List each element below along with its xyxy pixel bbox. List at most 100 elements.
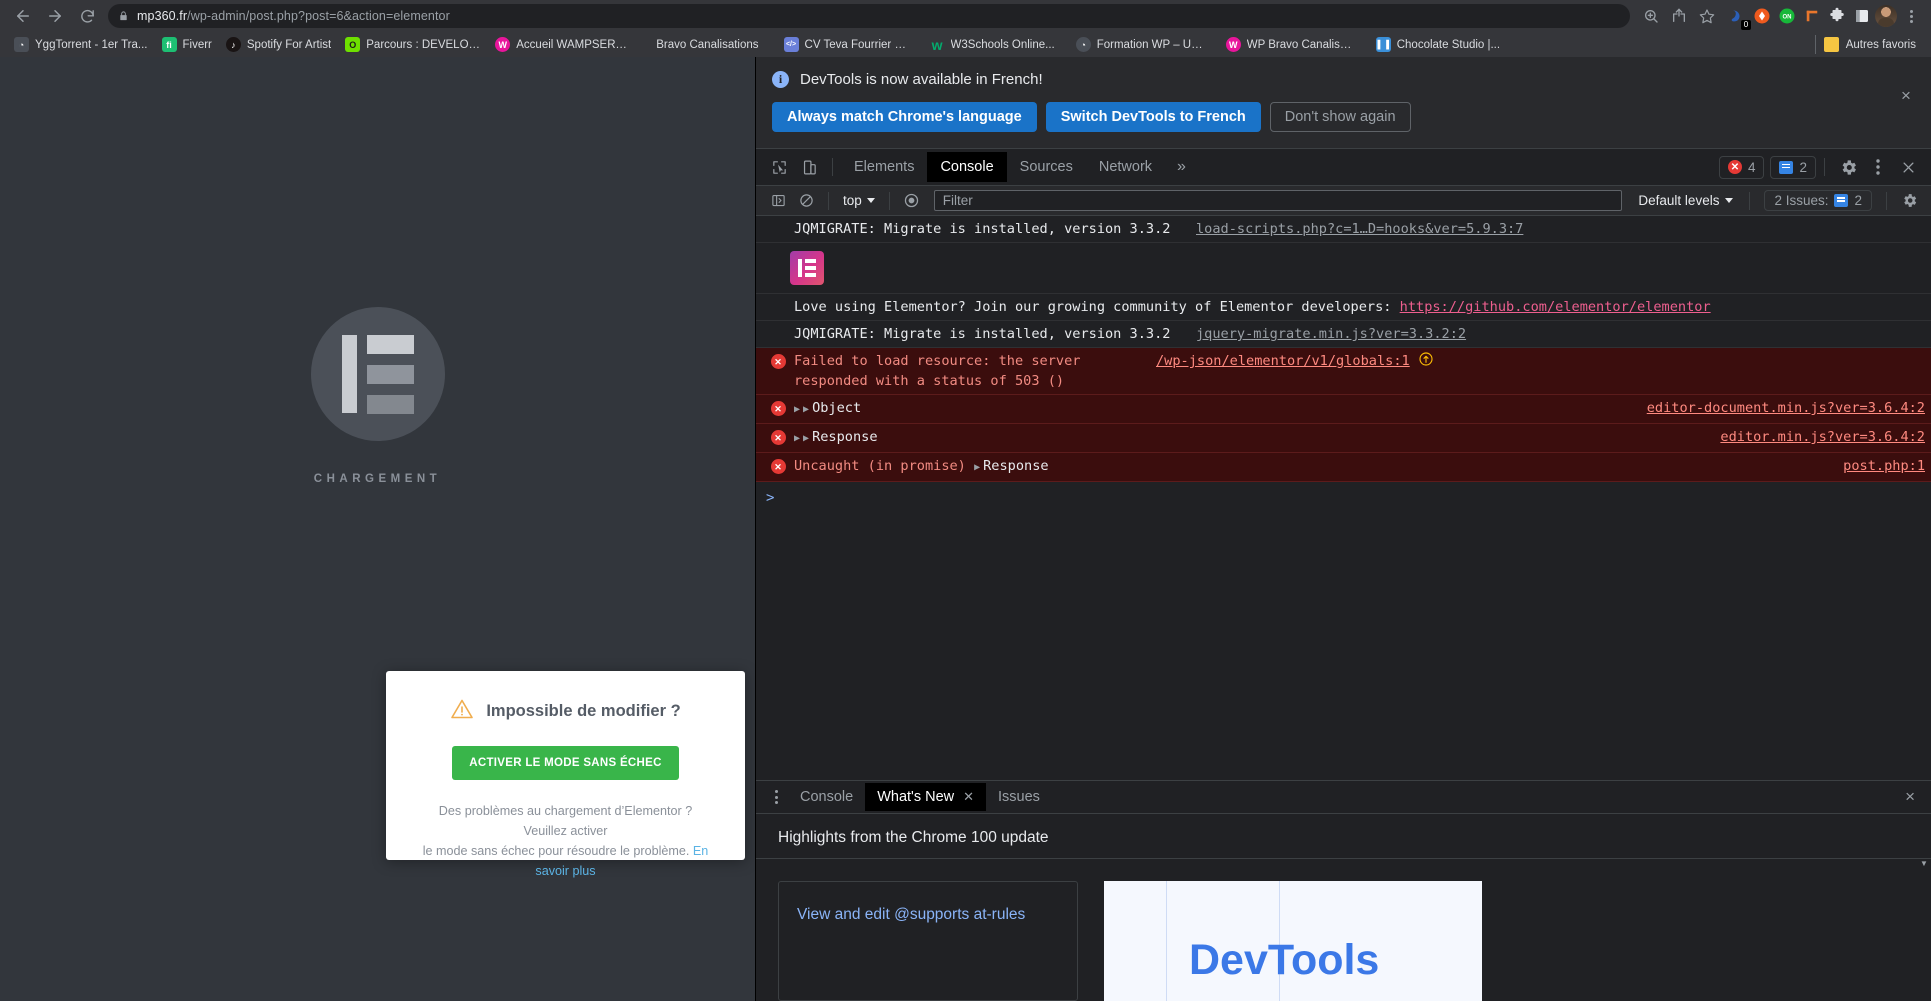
message-count-chip[interactable]: 2 xyxy=(1770,155,1816,179)
console-message-source[interactable]: load-scripts.php?c=1…D=hooks&ver=5.9.3:7 xyxy=(1180,219,1523,239)
console-message-source[interactable]: jquery-migrate.min.js?ver=3.3.2:2 xyxy=(1180,324,1466,344)
console-message-source[interactable]: editor.min.js?ver=3.6.4:2 xyxy=(1704,427,1925,447)
zoom-icon[interactable] xyxy=(1638,3,1664,29)
info-icon: i xyxy=(772,71,789,88)
inspect-element-icon[interactable] xyxy=(764,154,794,180)
console-message-error[interactable]: ✕ ▶ ▶ Response editor.min.js?ver=3.6.4:2 xyxy=(756,424,1931,453)
drawer-tab-close-icon[interactable]: ✕ xyxy=(963,789,974,805)
clear-console-icon[interactable] xyxy=(792,190,820,212)
mendeley-extension-icon[interactable]: 0 xyxy=(1726,5,1751,30)
bookmark-item[interactable]: ◔ Formation WP – Un... xyxy=(1062,35,1212,54)
bookmark-item[interactable]: ♪ Spotify For Artist xyxy=(219,35,338,54)
bookmark-item[interactable]: Bravo Canalisations xyxy=(638,37,765,53)
console-message-source[interactable]: post.php:1 xyxy=(1827,456,1925,476)
bookmark-item[interactable]: </> CV Teva Fourrier 20... xyxy=(766,35,916,54)
share-icon[interactable] xyxy=(1666,3,1692,29)
console-message-source[interactable]: /wp-json/elementor/v1/globals:1 xyxy=(1140,351,1410,371)
drawer-scrollbar[interactable]: ▼ xyxy=(1919,859,1929,1001)
console-message-error[interactable]: ✕ ▶ ▶ Object editor-document.min.js?ver=3.… xyxy=(756,395,1931,424)
chrome-menu-icon[interactable] xyxy=(1899,4,1923,28)
devtools-close-icon[interactable] xyxy=(1893,154,1923,180)
console-settings-gear-icon[interactable] xyxy=(1895,190,1923,212)
error-object-name[interactable]: Response xyxy=(812,429,877,445)
settings-gear-icon[interactable] xyxy=(1833,154,1863,180)
more-tabs-icon[interactable]: » xyxy=(1165,158,1198,176)
drawer-menu-icon[interactable] xyxy=(764,790,788,804)
device-toolbar-icon[interactable] xyxy=(794,154,824,180)
error-object-name[interactable]: Response xyxy=(983,458,1048,474)
console-sidebar-toggle-icon[interactable] xyxy=(764,190,792,212)
address-bar[interactable]: mp360.fr/wp-admin/post.php?post=6&action… xyxy=(108,4,1630,28)
devtools-menu-icon[interactable] xyxy=(1863,154,1893,180)
switch-to-french-button[interactable]: Switch DevTools to French xyxy=(1045,102,1261,132)
forward-button[interactable] xyxy=(40,1,70,31)
tab-console[interactable]: Console xyxy=(927,152,1007,182)
console-message-elementor-community[interactable]: Love using Elementor? Join our growing c… xyxy=(756,294,1931,321)
devtools-tabbar: Elements Console Sources Network » ✕ 4 2 xyxy=(756,149,1931,186)
error-object-name[interactable]: Object xyxy=(812,400,861,416)
bookmark-item[interactable]: O Parcours : DÉVELOP... xyxy=(338,35,488,54)
console-message-error[interactable]: ✕ Uncaught (in promise) ▶ Response post.p… xyxy=(756,453,1931,482)
always-match-language-button[interactable]: Always match Chrome's language xyxy=(772,102,1037,132)
expand-arrow-icon[interactable]: ▶ xyxy=(794,433,803,444)
bookmark-label: Bravo Canalisations xyxy=(656,38,759,51)
bookmark-label: W3Schools Online... xyxy=(950,38,1055,51)
console-message-error[interactable]: ✕ Failed to load resource: the server re… xyxy=(756,348,1931,395)
expand-arrow-icon[interactable]: ▶ xyxy=(803,404,812,415)
console-prompt[interactable]: > xyxy=(756,482,1931,514)
execution-context-value: top xyxy=(843,193,862,208)
dialog-description: Des problèmes au chargement d’Elementor … xyxy=(416,801,715,881)
issues-chip[interactable]: 2 Issues: 2 xyxy=(1764,190,1872,211)
bookmark-item[interactable]: ◔ YggTorrent - 1er Tra... xyxy=(7,35,155,54)
reload-button[interactable] xyxy=(72,1,102,31)
enable-safe-mode-button[interactable]: ACTIVER LE MODE SANS ÉCHEC xyxy=(452,746,679,780)
dont-show-again-button[interactable]: Don't show again xyxy=(1269,102,1411,132)
tab-sources[interactable]: Sources xyxy=(1007,152,1086,182)
bookmark-star-icon[interactable] xyxy=(1694,3,1720,29)
banner-close-icon[interactable]: × xyxy=(1897,87,1915,104)
log-levels-select[interactable]: Default levels xyxy=(1630,193,1741,208)
message-gutter xyxy=(766,297,790,300)
banner-message-row: i DevTools is now available in French! xyxy=(772,71,1915,88)
avatar[interactable] xyxy=(1875,5,1897,27)
log-levels-value: Default levels xyxy=(1638,193,1720,208)
error-count-chip[interactable]: ✕ 4 xyxy=(1718,155,1765,179)
other-bookmarks-button[interactable]: Autres favoris xyxy=(1814,35,1924,54)
diamond-extension-icon[interactable] xyxy=(1751,5,1773,27)
drawer-tab-whats-new[interactable]: What's New ✕ xyxy=(865,783,987,811)
folder-icon xyxy=(1823,37,1839,52)
orange-tool-extension-icon[interactable] xyxy=(1801,5,1823,27)
console-message-source[interactable]: editor-document.min.js?ver=3.6.4:2 xyxy=(1631,398,1925,418)
warning-icon xyxy=(450,697,474,726)
tab-network[interactable]: Network xyxy=(1086,152,1165,182)
omnibox-row: mp360.fr/wp-admin/post.php?post=6&action… xyxy=(0,0,1931,32)
drawer-tab-issues[interactable]: Issues xyxy=(986,783,1052,811)
expand-arrow-icon[interactable]: ▶ xyxy=(803,433,812,444)
whats-new-card-title[interactable]: View and edit @supports at-rules xyxy=(797,898,1059,931)
console-message-log[interactable]: JQMIGRATE: Migrate is installed, version… xyxy=(756,321,1931,348)
bookmark-item[interactable]: w W3Schools Online... xyxy=(916,35,1062,54)
drawer-tab-console[interactable]: Console xyxy=(788,783,865,811)
puzzle-extensions-icon[interactable] xyxy=(1826,5,1848,27)
console-filter-input[interactable]: Filter xyxy=(933,190,1623,211)
expand-arrow-icon[interactable]: ▶ xyxy=(794,404,803,415)
execution-context-select[interactable]: top xyxy=(837,193,881,208)
bookmark-item[interactable]: W WP Bravo Canalisati... xyxy=(1212,35,1362,54)
console-messages-list[interactable]: JQMIGRATE: Migrate is installed, version… xyxy=(756,216,1931,780)
live-expression-eye-icon[interactable] xyxy=(898,190,926,212)
bookmark-favicon: fi xyxy=(161,37,177,52)
tab-elements[interactable]: Elements xyxy=(841,152,927,182)
issue-warning-icon[interactable] xyxy=(1418,351,1434,373)
bookmark-item[interactable]: fi Fiverr xyxy=(155,35,219,54)
back-button[interactable] xyxy=(8,1,38,31)
bookmark-item[interactable]: ▌▐ Chocolate Studio |... xyxy=(1362,35,1507,54)
community-link[interactable]: https://github.com/elementor/elementor xyxy=(1400,299,1711,315)
expand-arrow-icon[interactable]: ▶ xyxy=(974,462,983,473)
console-message-log[interactable]: JQMIGRATE: Migrate is installed, version… xyxy=(756,216,1931,243)
drawer-close-icon[interactable]: × xyxy=(1897,787,1923,807)
scroll-down-arrow-icon[interactable]: ▼ xyxy=(1919,859,1929,868)
whats-new-card[interactable]: View and edit @supports at-rules xyxy=(778,881,1078,1001)
sidepanel-extension-icon[interactable] xyxy=(1851,5,1873,27)
on-toggle-extension-icon[interactable]: ON xyxy=(1776,5,1798,27)
bookmark-item[interactable]: W Accueil WAMPSERV... xyxy=(488,35,638,54)
